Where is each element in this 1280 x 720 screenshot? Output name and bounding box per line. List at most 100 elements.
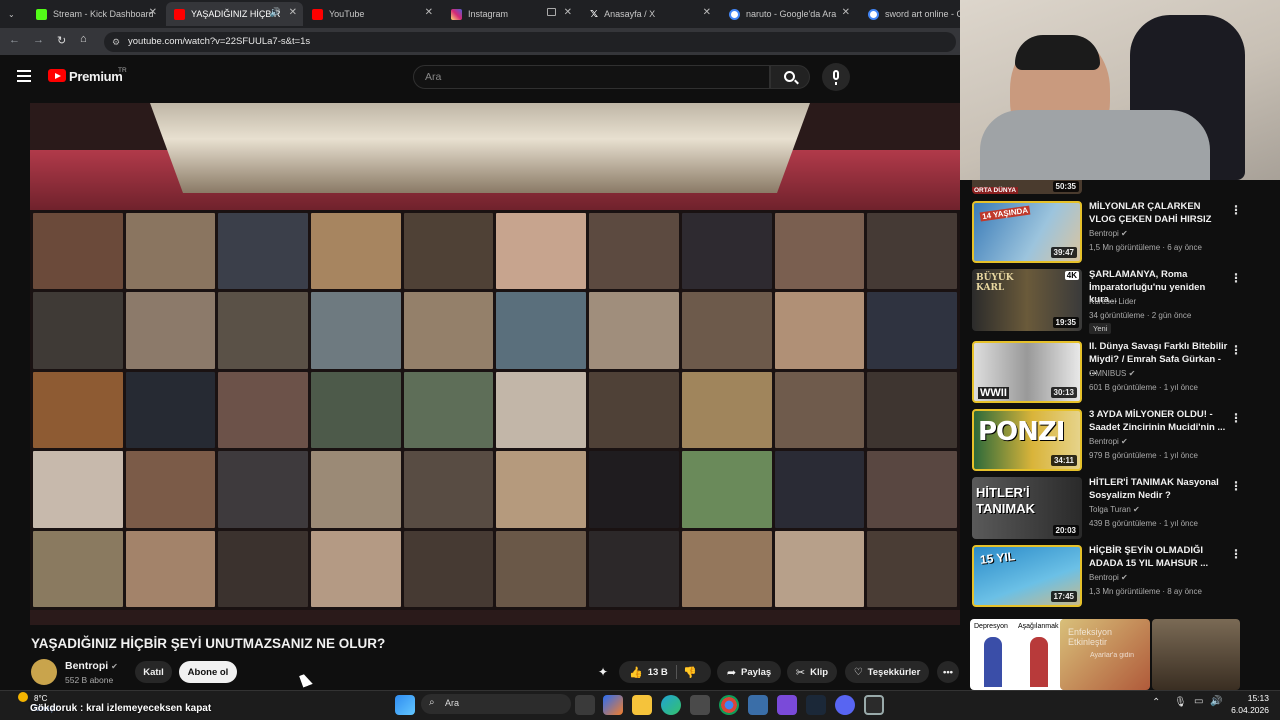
related-video-item[interactable]: 15 YIL 17:45 HİÇBİR ŞEYİN OLMADIĞI ADADA… (972, 545, 1262, 607)
obs-icon[interactable] (864, 695, 884, 715)
video-options-icon[interactable]: ⋮ (1230, 411, 1242, 425)
related-video-item[interactable]: BÜYÜK KARL 4K 19:35 ŞARLAMANYA, Roma İmp… (972, 269, 1262, 334)
clip-label: Klip (810, 666, 829, 678)
network-icon[interactable]: ▭ (1194, 696, 1203, 707)
video-thumbnail[interactable]: HİTLER'İ TANIMAK 20:03 (972, 477, 1082, 539)
dislike-icon[interactable]: 👎 (683, 666, 697, 679)
video-options-icon[interactable]: ⋮ (1230, 203, 1242, 217)
shorts-thumbnail[interactable]: Enfeksiyon Etkinleştir Ayarlar'a gidin (1060, 619, 1150, 690)
close-tab-icon[interactable]: ✕ (842, 7, 850, 18)
related-video-title[interactable]: HİÇBİR ŞEYİN OLMADIĞI ADADA 15 YIL MAHSU… (1089, 545, 1229, 570)
video-duration: 39:47 (1050, 247, 1077, 258)
store-icon[interactable] (690, 695, 710, 715)
close-tab-icon[interactable]: ✕ (149, 7, 157, 18)
like-count[interactable]: 13 B (648, 667, 668, 678)
more-actions-button[interactable]: ••• (937, 661, 959, 683)
youtube-logo-icon[interactable] (48, 69, 66, 82)
related-video-item[interactable]: PONZI 34:11 3 AYDA MİLYONER OLDU! - Saad… (972, 409, 1262, 471)
subscribe-button[interactable]: Abone ol (179, 661, 237, 683)
shorts-thumbnail[interactable] (1152, 619, 1240, 690)
video-options-icon[interactable]: ⋮ (1230, 343, 1242, 357)
channel-avatar[interactable] (31, 659, 57, 685)
video-thumbnail[interactable]: 14 YAŞINDA 39:47 (972, 201, 1082, 263)
home-icon[interactable]: ⌂ (80, 33, 87, 45)
tab-list-button[interactable]: ⌄ (2, 2, 24, 26)
youtube-premium-logo[interactable]: Premium (69, 69, 123, 84)
close-tab-icon[interactable]: ✕ (289, 7, 297, 18)
channel-name[interactable]: Bentropi ✔ (65, 660, 118, 672)
like-icon[interactable]: 👍 (629, 666, 643, 679)
related-video-item[interactable]: HİTLER'İ TANIMAK 20:03 HİTLER'İ TANIMAK … (972, 477, 1262, 539)
taskbar-search[interactable]: ⌕ Ara (421, 694, 571, 714)
task-view-icon[interactable] (575, 695, 595, 715)
video-thumbnail[interactable]: WWII 30:13 (972, 341, 1082, 403)
chrome-icon[interactable] (719, 695, 739, 715)
app-icon[interactable] (777, 695, 797, 715)
voice-search-button[interactable] (822, 63, 850, 91)
forward-icon[interactable]: → (33, 34, 44, 46)
discord-icon[interactable] (835, 695, 855, 715)
tab-google-naruto[interactable]: naruto - Google'da Ara ✕ (721, 2, 856, 26)
tab-label: Anasayfa / X (604, 9, 656, 19)
site-info-icon[interactable]: ⚙ (112, 32, 120, 52)
back-icon[interactable]: ← (9, 34, 20, 46)
menu-icon[interactable] (17, 70, 31, 82)
youtube-icon (174, 8, 185, 20)
related-video-title[interactable]: 3 AYDA MİLYONER OLDU! - Saadet Zincirini… (1089, 409, 1229, 434)
share-button[interactable]: ➦ Paylaş (717, 661, 781, 683)
clip-button[interactable]: ✂ Klip (787, 661, 837, 683)
edge-icon[interactable] (661, 695, 681, 715)
app-icon[interactable] (748, 695, 768, 715)
tab-youtube[interactable]: YouTube ✕ (304, 2, 439, 26)
weather-temp[interactable]: 8°C (34, 694, 47, 703)
clock-time[interactable]: 15:13 (1235, 693, 1269, 703)
speaker-icon[interactable]: 🔊 (270, 7, 281, 18)
steam-icon[interactable] (806, 695, 826, 715)
close-tab-icon[interactable]: ✕ (564, 7, 572, 18)
video-options-icon[interactable]: ⋮ (1230, 547, 1242, 561)
tab-current-video[interactable]: YAŞADIĞINIZ HİÇBİR 🔊 ✕ (166, 2, 303, 26)
related-video-item[interactable]: 14 YAŞINDA 39:47 MİLYONLAR ÇALARKEN VLOG… (972, 201, 1262, 263)
related-video-channel[interactable]: OMNIBUS ✔ (1089, 369, 1135, 378)
search-button[interactable] (770, 65, 810, 89)
thanks-button[interactable]: ♡ Teşekkürler (845, 661, 929, 683)
close-tab-icon[interactable]: ✕ (425, 7, 433, 18)
related-video-channel[interactable]: Tolga Turan ✔ (1089, 505, 1140, 514)
file-explorer-icon[interactable] (632, 695, 652, 715)
tray-chevron-icon[interactable]: ⌃ (1152, 697, 1160, 708)
tab-google-sao[interactable]: sword art online - Goo (860, 2, 960, 26)
video-thumbnail[interactable]: ORTA DÜNYA 50:35 (972, 180, 1082, 194)
join-button[interactable]: Katıl (135, 661, 172, 683)
windows-start-icon[interactable] (395, 695, 415, 715)
reload-icon[interactable]: ↻ (57, 34, 66, 47)
related-video-channel[interactable]: Bentropi ✔ (1089, 229, 1128, 238)
verified-icon: ✔ (111, 662, 118, 671)
video-options-icon[interactable]: ⋮ (1230, 271, 1242, 285)
search-input[interactable]: Ara (413, 65, 770, 89)
clock-date[interactable]: 6.04.2026 (1226, 705, 1269, 715)
tab-kick-dashboard[interactable]: Stream - Kick Dashboard ✕ (28, 2, 163, 26)
microphone-tray-icon[interactable]: 🎙 (1174, 697, 1187, 708)
divider (676, 665, 677, 679)
volume-icon[interactable]: 🔊 (1210, 696, 1222, 707)
video-thumbnail[interactable]: BÜYÜK KARL 4K 19:35 (972, 269, 1082, 331)
share-label: Paylaş (741, 666, 772, 678)
video-thumbnail[interactable]: PONZI 34:11 (972, 409, 1082, 471)
related-video-channel[interactable]: Bentropi ✔ (1089, 437, 1128, 446)
video-options-icon[interactable]: ⋮ (1230, 479, 1242, 493)
video-thumbnail[interactable]: 15 YIL 17:45 (972, 545, 1082, 607)
picture-in-picture-icon[interactable] (547, 8, 556, 16)
related-video-title[interactable]: HİTLER'İ TANIMAK Nasyonal Sosyalizm Nedi… (1089, 477, 1229, 502)
related-video-title[interactable]: MİLYONLAR ÇALARKEN VLOG ÇEKEN DAHİ HIRSI… (1089, 201, 1229, 226)
close-tab-icon[interactable]: ✕ (703, 7, 711, 18)
url-bar[interactable]: ⚙ youtube.com/watch?v=22SFUULa7-s&t=1s (104, 32, 956, 52)
shorts-thumbnail[interactable]: Depresyon Aşağılanmak (970, 619, 1066, 690)
widgets-icon[interactable] (603, 695, 623, 715)
related-video-channel[interactable]: Küresel Lider (1089, 297, 1136, 306)
related-video-item[interactable]: WWII 30:13 II. Dünya Savaşı Farklı Biteb… (972, 341, 1262, 403)
tab-instagram[interactable]: Instagram ✕ (443, 2, 578, 26)
gift-icon[interactable]: ✦ (598, 665, 608, 679)
tab-x[interactable]: 𝕏 Anasayfa / X ✕ (582, 2, 717, 26)
related-video-item[interactable]: ORTA DÜNYA 50:35 (972, 180, 1262, 194)
related-video-channel[interactable]: Bentropi ✔ (1089, 573, 1128, 582)
